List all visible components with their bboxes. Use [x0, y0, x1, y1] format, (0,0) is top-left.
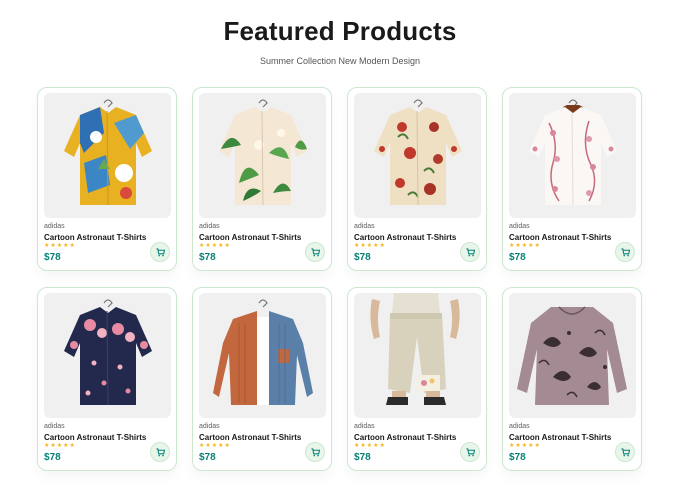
- product-name[interactable]: Cartoon Astronaut T-Shirts: [199, 433, 301, 443]
- product-brand: adidas: [44, 423, 65, 430]
- add-to-cart-button[interactable]: [305, 242, 325, 262]
- product-card[interactable]: adidas Cartoon Astronaut T-Shirts ★★★★★ …: [192, 287, 332, 471]
- product-brand: adidas: [354, 223, 375, 230]
- product-name[interactable]: Cartoon Astronaut T-Shirts: [199, 233, 301, 243]
- add-to-cart-button[interactable]: [615, 442, 635, 462]
- product-brand: adidas: [199, 423, 220, 430]
- product-rating: ★★★★★: [354, 443, 386, 449]
- product-rating: ★★★★★: [354, 243, 386, 249]
- linen-pants-floral-patch-image: [370, 293, 460, 405]
- jacket-rust-denim-image: [213, 299, 313, 405]
- shirt-white-pink-floral-image: [529, 99, 617, 206]
- add-to-cart-button[interactable]: [460, 242, 480, 262]
- product-brand: adidas: [354, 423, 375, 430]
- product-card[interactable]: adidas Cartoon Astronaut T-Shirts ★★★★★ …: [192, 87, 332, 271]
- blouse-mauve-paisley-image: [517, 306, 627, 405]
- product-rating: ★★★★★: [44, 243, 76, 249]
- product-grid: adidas Cartoon Astronaut T-Shirts ★★★★★ …: [37, 87, 642, 471]
- product-price: $78: [354, 252, 371, 263]
- cart-icon: [620, 447, 630, 456]
- product-brand: adidas: [509, 223, 530, 230]
- product-name[interactable]: Cartoon Astronaut T-Shirts: [44, 233, 146, 243]
- product-card[interactable]: adidas Cartoon Astronaut T-Shirts ★★★★★ …: [37, 87, 177, 271]
- product-price: $78: [354, 452, 371, 463]
- cart-icon: [465, 247, 475, 256]
- add-to-cart-button[interactable]: [615, 242, 635, 262]
- product-price: $78: [199, 452, 216, 463]
- product-card[interactable]: adidas Cartoon Astronaut T-Shirts ★★★★★ …: [502, 87, 642, 271]
- product-image[interactable]: [44, 93, 171, 218]
- page-title: Featured Products: [223, 16, 457, 46]
- product-card[interactable]: adidas Cartoon Astronaut T-Shirts ★★★★★ …: [502, 287, 642, 471]
- shirt-floral-beige-red-image: [374, 99, 462, 206]
- product-rating: ★★★★★: [509, 243, 541, 249]
- product-price: $78: [199, 252, 216, 263]
- product-price: $78: [509, 252, 526, 263]
- product-rating: ★★★★★: [509, 443, 541, 449]
- product-name[interactable]: Cartoon Astronaut T-Shirts: [509, 433, 611, 443]
- product-card[interactable]: adidas Cartoon Astronaut T-Shirts ★★★★★ …: [347, 287, 487, 471]
- cart-icon: [310, 247, 320, 256]
- shirt-navy-pink-floral-image: [64, 299, 152, 406]
- add-to-cart-button[interactable]: [150, 242, 170, 262]
- product-card[interactable]: adidas Cartoon Astronaut T-Shirts ★★★★★ …: [347, 87, 487, 271]
- product-price: $78: [509, 452, 526, 463]
- section-header: Featured Products Summer Collection New …: [0, 0, 680, 67]
- product-image[interactable]: [354, 293, 481, 418]
- product-price: $78: [44, 452, 61, 463]
- product-brand: adidas: [509, 423, 530, 430]
- product-image[interactable]: [199, 93, 326, 218]
- product-rating: ★★★★★: [44, 443, 76, 449]
- shirt-yellow-blue-print-image: [64, 99, 152, 206]
- product-image[interactable]: [44, 293, 171, 418]
- product-image[interactable]: [509, 93, 636, 218]
- product-price: $78: [44, 252, 61, 263]
- product-rating: ★★★★★: [199, 243, 231, 249]
- product-image[interactable]: [199, 293, 326, 418]
- add-to-cart-button[interactable]: [150, 442, 170, 462]
- product-image[interactable]: [354, 93, 481, 218]
- add-to-cart-button[interactable]: [460, 442, 480, 462]
- cart-icon: [310, 447, 320, 456]
- product-name[interactable]: Cartoon Astronaut T-Shirts: [354, 233, 456, 243]
- page-subtitle: Summer Collection New Modern Design: [259, 56, 421, 66]
- product-name[interactable]: Cartoon Astronaut T-Shirts: [509, 233, 611, 243]
- product-brand: adidas: [44, 223, 65, 230]
- cart-icon: [620, 247, 630, 256]
- cart-icon: [155, 247, 165, 256]
- product-rating: ★★★★★: [199, 443, 231, 449]
- add-to-cart-button[interactable]: [305, 442, 325, 462]
- cart-icon: [155, 447, 165, 456]
- product-name[interactable]: Cartoon Astronaut T-Shirts: [354, 433, 456, 443]
- shirt-tropical-leaves-image: [219, 99, 307, 206]
- product-brand: adidas: [199, 223, 220, 230]
- product-name[interactable]: Cartoon Astronaut T-Shirts: [44, 433, 146, 443]
- cart-icon: [465, 447, 475, 456]
- product-card[interactable]: adidas Cartoon Astronaut T-Shirts ★★★★★ …: [37, 287, 177, 471]
- product-image[interactable]: [509, 293, 636, 418]
